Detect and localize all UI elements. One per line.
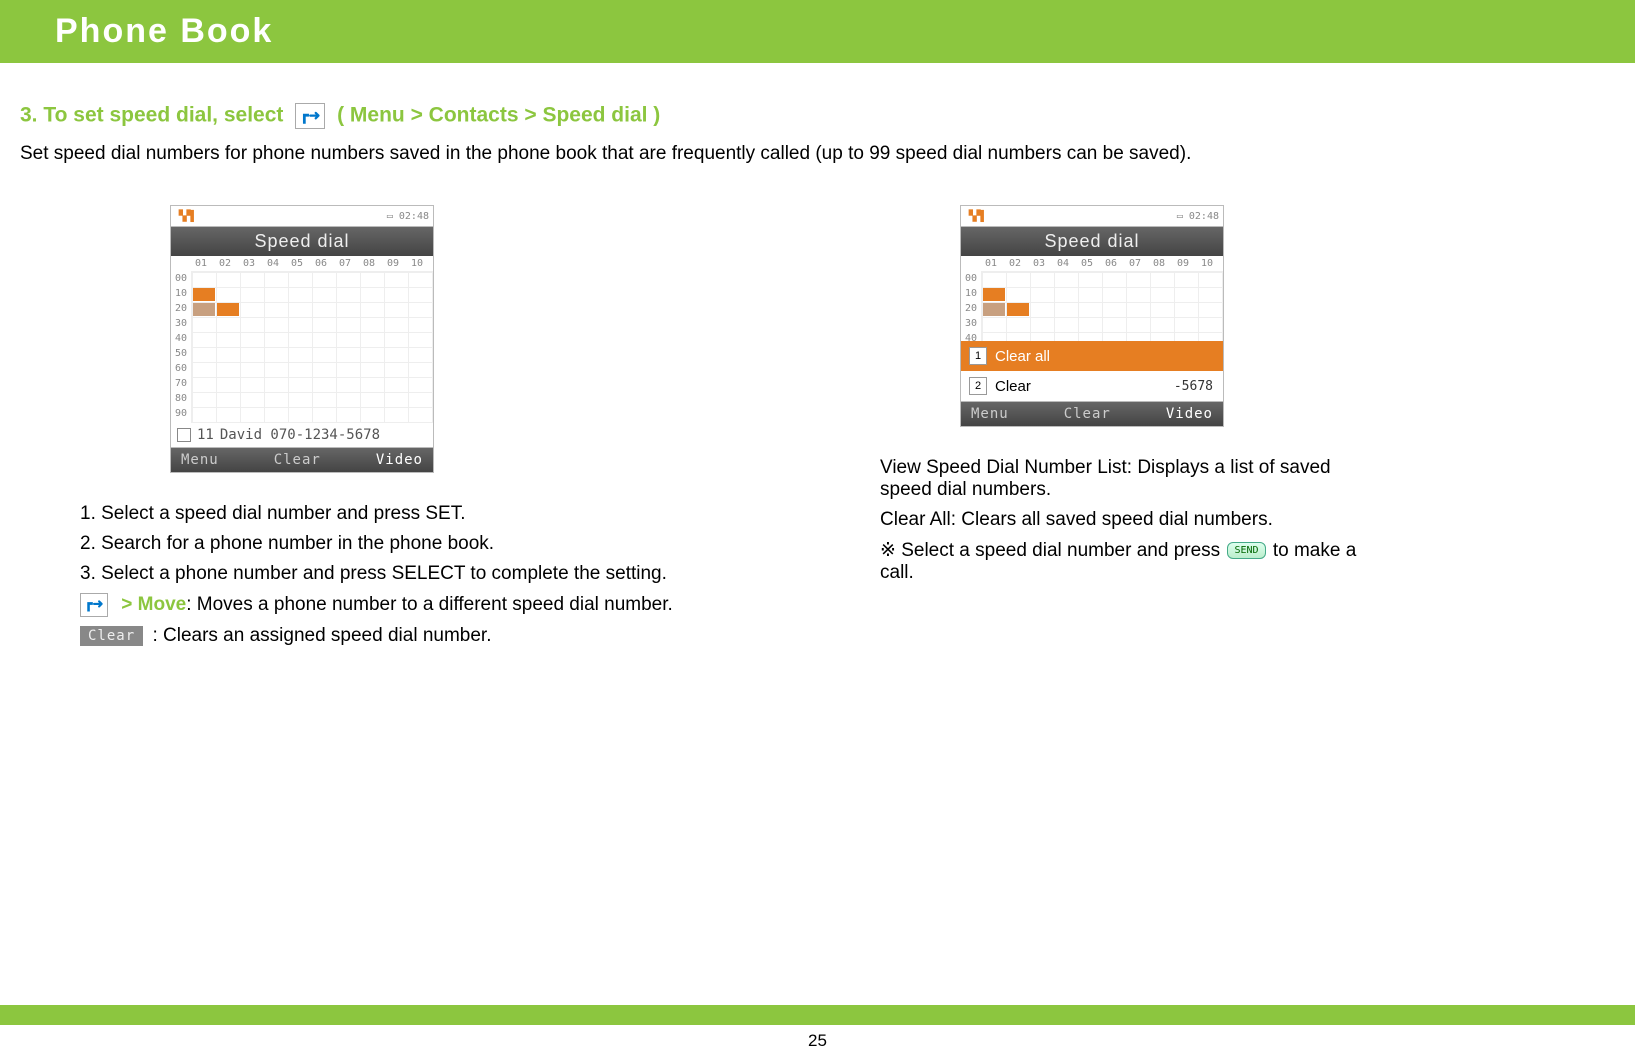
step-2: 2. Search for a phone number in the phon…	[80, 533, 800, 555]
grid-col-header: 01020304050607080910	[961, 256, 1223, 271]
entry-icon	[177, 428, 191, 442]
status-time: ▭ 02:48	[387, 211, 429, 222]
selected-entry: 11 David 070-1234-5678	[170, 423, 434, 448]
softkey-bar: Menu Clear Video	[170, 448, 434, 473]
header-title: Phone Book	[55, 12, 273, 50]
clear-rest: : Clears an assigned speed dial number.	[152, 625, 491, 646]
page-number: 25	[0, 1031, 1635, 1051]
popup-badge: 2	[969, 377, 987, 395]
move-rest: : Moves a phone number to a different sp…	[186, 594, 673, 615]
popup-badge: 1	[969, 347, 987, 365]
step-3: 3. Select a phone number and press SELEC…	[80, 563, 800, 585]
section-num-label: 3. To set speed dial, select	[20, 104, 283, 127]
right-p2: Clear All: Clears all saved speed dial n…	[880, 509, 1380, 531]
status-time: ▭ 02:48	[1177, 211, 1219, 222]
move-label: > Move	[121, 594, 186, 615]
right-column: ▝▞▌ ▭ 02:48 Speed dial 01020304050607080…	[880, 205, 1380, 655]
softkey-left[interactable]: Menu	[971, 406, 1009, 422]
page-header: Phone Book	[0, 0, 1635, 63]
clear-note: Clear : Clears an assigned speed dial nu…	[80, 625, 800, 647]
filled-cell	[983, 303, 1005, 316]
popup-menu: 1 Clear all 2 Clear -5678	[960, 341, 1224, 402]
softkey-right[interactable]: Video	[376, 452, 423, 468]
softkey-left[interactable]: Menu	[181, 452, 219, 468]
left-instructions: 1. Select a speed dial number and press …	[80, 503, 800, 647]
section-breadcrumb: ( Menu > Contacts > Speed dial )	[337, 104, 660, 127]
status-bar: ▝▞▌ ▭ 02:48	[170, 205, 434, 227]
footer-bar	[0, 1005, 1635, 1025]
grid-col-header: 01020304050607080910	[171, 256, 433, 271]
status-bar: ▝▞▌ ▭ 02:48	[960, 205, 1224, 227]
right-p3: ※ Select a speed dial number and press S…	[880, 539, 1380, 584]
popup-label: Clear all	[995, 348, 1050, 365]
screen-title: Speed dial	[170, 227, 434, 256]
move-note: ┏➜ > Move: Moves a phone number to a dif…	[80, 593, 800, 617]
filled-cell	[1007, 303, 1029, 316]
popup-item-clear-all[interactable]: 1 Clear all	[961, 341, 1223, 371]
signal-icon: ▝▞▌	[965, 211, 987, 222]
softkey-middle[interactable]: Clear	[1064, 406, 1111, 422]
menu-arrow-icon: ┏➜	[80, 593, 108, 617]
section-heading: 3. To set speed dial, select ┏➜ ( Menu >…	[20, 103, 1615, 129]
grid-row-header: 00102030405060708090	[171, 271, 191, 423]
clear-chip: Clear	[80, 626, 143, 646]
signal-icon: ▝▞▌	[175, 211, 197, 222]
intro-paragraph: Set speed dial numbers for phone numbers…	[20, 143, 1615, 165]
softkey-bar: Menu Clear Video	[960, 402, 1224, 427]
phone-screenshot-1: ▝▞▌ ▭ 02:48 Speed dial 01020304050607080…	[170, 205, 434, 473]
filled-cell	[983, 288, 1005, 301]
popup-fragment: -5678	[1172, 379, 1215, 394]
menu-arrow-icon: ┏➜	[295, 103, 325, 129]
entry-text: David 070-1234-5678	[220, 427, 380, 443]
right-instructions: View Speed Dial Number List: Displays a …	[880, 457, 1380, 584]
softkey-right[interactable]: Video	[1166, 406, 1213, 422]
popup-label: Clear	[995, 378, 1031, 395]
content-area: 3. To set speed dial, select ┏➜ ( Menu >…	[0, 63, 1635, 655]
step-1: 1. Select a speed dial number and press …	[80, 503, 800, 525]
phone-screenshot-2: ▝▞▌ ▭ 02:48 Speed dial 01020304050607080…	[960, 205, 1224, 427]
filled-cell	[193, 303, 215, 316]
filled-cell	[217, 303, 239, 316]
speed-dial-grid: 01020304050607080910 0010203040506070809…	[170, 256, 434, 423]
left-column: ▝▞▌ ▭ 02:48 Speed dial 01020304050607080…	[80, 205, 800, 655]
send-button-icon: SEND	[1227, 542, 1265, 559]
grid-cells	[191, 271, 433, 423]
entry-number: 11	[197, 427, 214, 443]
screen-title: Speed dial	[960, 227, 1224, 256]
filled-cell	[193, 288, 215, 301]
softkey-middle[interactable]: Clear	[274, 452, 321, 468]
right-p3a: ※ Select a speed dial number and press	[880, 540, 1220, 561]
right-p1: View Speed Dial Number List: Displays a …	[880, 457, 1380, 501]
popup-item-clear[interactable]: 2 Clear -5678	[961, 371, 1223, 401]
